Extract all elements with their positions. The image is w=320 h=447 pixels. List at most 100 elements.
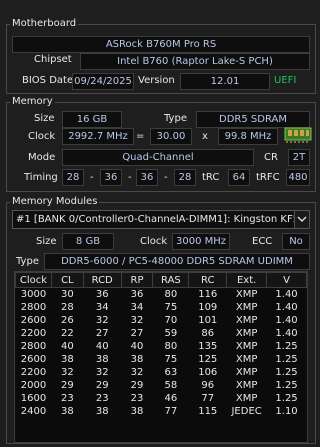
multiplier-value: 30.00	[150, 128, 192, 145]
column-header[interactable]: Ext.	[226, 272, 268, 288]
timing-rcd: 36	[100, 169, 122, 186]
module-type-label: Type	[16, 256, 39, 267]
chevron-down-icon[interactable]	[294, 211, 309, 228]
table-cell: XMP	[235, 341, 258, 352]
table-cell: 38	[130, 406, 144, 417]
uefi-badge: UEFI	[274, 75, 297, 86]
table-row[interactable]: 1600 23 23 23 46 77 XMP 1.25	[16, 392, 307, 405]
column-header[interactable]: RAS	[152, 272, 190, 288]
table-cell: 23	[60, 393, 74, 404]
table-cell: 101	[198, 315, 218, 326]
table-cell: 3000	[20, 289, 47, 300]
table-cell: XMP	[235, 380, 258, 391]
table-cell: 75	[164, 302, 178, 313]
memory-title: Memory	[10, 96, 55, 107]
table-cell: 34	[130, 302, 144, 313]
table-cell: 1.40	[275, 328, 298, 339]
memory-size-value: 16 GB	[62, 111, 122, 128]
table-cell: 34	[95, 302, 109, 313]
trc-value: 64	[228, 169, 250, 186]
table-cell: 106	[198, 367, 218, 378]
memory-type-label: Type	[164, 113, 187, 124]
table-cell: 23	[130, 393, 144, 404]
table-cell: XMP	[235, 354, 258, 365]
table-cell: 32	[95, 367, 109, 378]
table-cell: XMP	[235, 328, 258, 339]
table-cell: 30	[60, 289, 74, 300]
table-cell: 1.10	[275, 406, 298, 417]
table-cell: 40	[60, 341, 74, 352]
table-cell: 40	[95, 341, 109, 352]
table-cell: 2000	[20, 380, 47, 391]
mode-value: Quad-Channel	[62, 149, 254, 166]
column-header[interactable]: RCD	[82, 272, 122, 288]
table-cell: 38	[60, 354, 74, 365]
table-cell: 59	[164, 328, 178, 339]
table-cell: 29	[130, 380, 144, 391]
table-cell: 23	[95, 393, 109, 404]
modules-title: Memory Modules	[10, 196, 100, 207]
table-cell: 46	[164, 393, 178, 404]
table-cell: 2400	[20, 406, 47, 417]
table-cell: 32	[130, 315, 144, 326]
table-cell: 2200	[20, 328, 47, 339]
trfc-label: tRFC	[256, 172, 280, 183]
table-cell: 32	[130, 367, 144, 378]
table-cell: 2200	[20, 367, 47, 378]
memory-size-label: Size	[34, 113, 55, 124]
table-row[interactable]: 2000 29 29 29 58 96 XMP 1.25	[16, 379, 307, 392]
timing-label: Timing	[24, 172, 58, 183]
chipset-value: Intel B760 (Raptor Lake-S PCH)	[80, 53, 310, 70]
table-cell: 28	[60, 302, 74, 313]
table-cell: 22	[60, 328, 74, 339]
table-cell: 38	[95, 354, 109, 365]
table-cell: 77	[164, 406, 178, 417]
times-sign: x	[202, 131, 208, 142]
column-header[interactable]: RC	[188, 272, 228, 288]
memory-clock-label: Clock	[28, 131, 56, 142]
column-header[interactable]: Clock	[15, 272, 52, 288]
cr-label: CR	[264, 152, 278, 163]
column-header[interactable]: RP	[120, 272, 154, 288]
table-cell: XMP	[235, 289, 258, 300]
module-clock-value: 3000 MHz	[172, 233, 230, 250]
table-row[interactable]: 3000 30 36 36 80 116 XMP 1.40	[16, 288, 307, 302]
table-cell: 2800	[20, 341, 47, 352]
table-row[interactable]: 2600 38 38 38 75 125 XMP 1.25	[16, 353, 307, 366]
column-header[interactable]: CL	[50, 272, 84, 288]
table-cell: 1.25	[275, 380, 298, 391]
timings-table-container[interactable]: Clock CL RCD RP RAS RC Ext. V 3000 30 36 36 80 116 XM…	[14, 271, 308, 443]
table-cell: 80	[164, 289, 178, 300]
module-select-value: #1 [BANK 0/Controller0-ChannelA-DIMM1]: …	[16, 214, 310, 225]
table-cell: XMP	[235, 367, 258, 378]
table-row[interactable]: 2200 32 32 32 63 106 XMP 1.25	[16, 366, 307, 379]
mode-label: Mode	[28, 152, 56, 163]
table-cell: XMP	[235, 393, 258, 404]
equals-sign: =	[136, 131, 145, 142]
ecc-value: No	[282, 233, 310, 250]
version-label: Version	[138, 75, 175, 86]
table-row[interactable]: 2400 38 38 38 77 115 JEDEC 1.10	[16, 405, 307, 418]
timing-ras: 28	[174, 169, 196, 186]
table-cell: 29	[60, 380, 74, 391]
table-cell: 40	[130, 341, 144, 352]
table-cell: 29	[95, 380, 109, 391]
table-cell: 38	[60, 406, 74, 417]
module-select[interactable]: #1 [BANK 0/Controller0-ChannelA-DIMM1]: …	[12, 210, 310, 229]
table-cell: 115	[198, 406, 218, 417]
table-row[interactable]: 2800 40 40 40 80 135 XMP 1.25	[16, 340, 307, 353]
table-row[interactable]: 2800 28 34 34 75 109 XMP 1.40	[16, 301, 307, 314]
table-row[interactable]: 2600 26 32 32 70 101 XMP 1.40	[16, 314, 307, 327]
column-header[interactable]: V	[266, 272, 307, 288]
table-cell: 2600	[20, 354, 47, 365]
table-cell: 36	[130, 289, 144, 300]
table-cell: 109	[198, 302, 218, 313]
module-type-value: DDR5-6000 / PC5-48000 DDR5 SDRAM UDIMM	[44, 253, 310, 270]
table-cell: 26	[60, 315, 74, 326]
cr-value: 2T	[288, 149, 310, 166]
table-cell: 77	[201, 393, 215, 404]
table-cell: 2600	[20, 315, 47, 326]
table-cell: 1.40	[275, 302, 298, 313]
table-row[interactable]: 2200 22 27 27 59 86 XMP 1.40	[16, 327, 307, 340]
table-cell: 80	[164, 341, 178, 352]
